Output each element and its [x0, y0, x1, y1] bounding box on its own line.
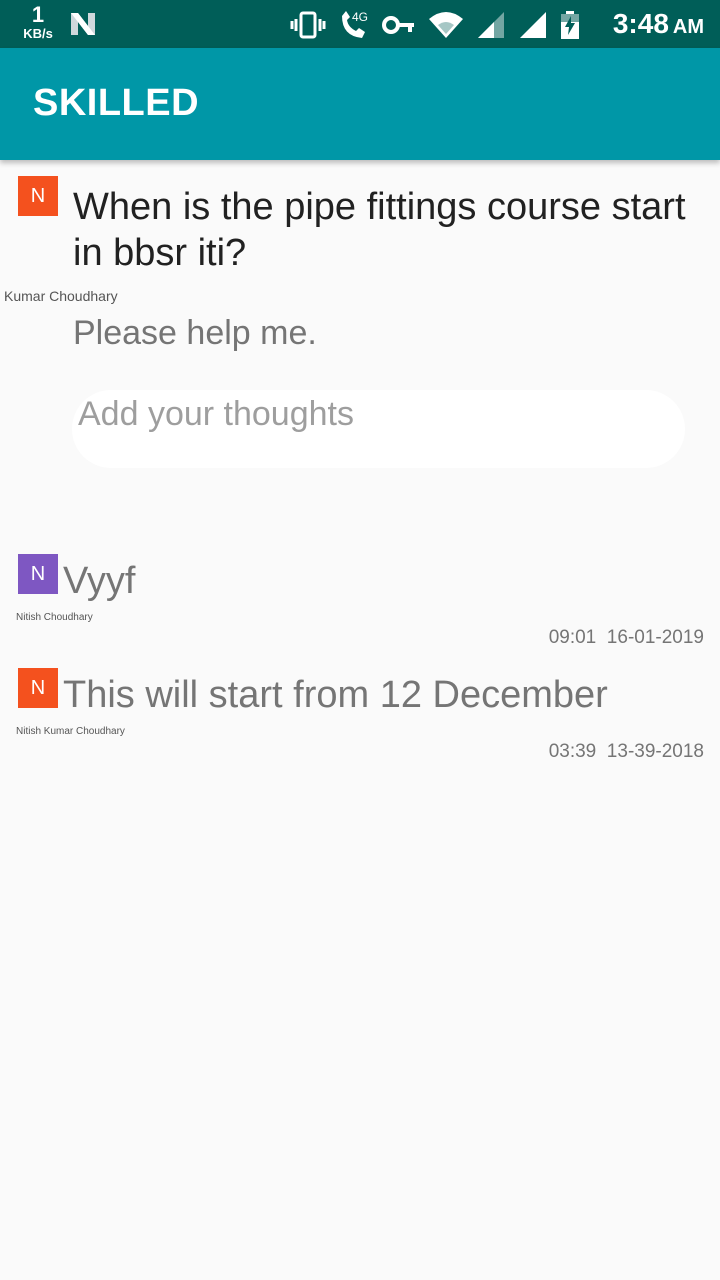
network-speed: 1 KB/s — [18, 2, 58, 41]
network-type-label: 4G — [352, 10, 368, 24]
answer-author: Nitish Kumar Choudhary — [16, 726, 125, 737]
clock-time: 3:48 — [612, 8, 669, 39]
question-avatar[interactable]: N — [18, 176, 58, 216]
answer-avatar-letter: N — [30, 562, 46, 585]
wifi-icon — [429, 12, 463, 38]
answer-avatar[interactable]: N — [18, 554, 58, 594]
n-notification-icon — [71, 13, 95, 35]
answer-timestamp: 09:01 16-01-2019 — [548, 627, 704, 648]
app-title: SKILLED — [33, 82, 200, 124]
signal-icon-2 — [520, 12, 546, 38]
answer-avatar[interactable]: N — [18, 668, 58, 708]
app-bar: SKILLED — [0, 48, 720, 160]
question-avatar-letter: N — [30, 184, 46, 207]
status-icons: 4G — [290, 10, 580, 40]
network-speed-unit: KB/s — [23, 26, 53, 41]
wifi-calling-icon: 4G — [342, 10, 368, 38]
answer-author: Nitish Choudhary — [16, 612, 93, 623]
answer-timestamp: 03:39 13-39-2018 — [548, 741, 704, 762]
vpn-key-icon — [382, 16, 414, 34]
answer-avatar-letter: N — [30, 676, 46, 699]
clock-ampm: AM — [672, 16, 704, 38]
signal-icon — [478, 12, 504, 38]
question-title-line-2: in bbsr iti? — [73, 232, 247, 274]
question-title: When is the pipe fittings course start i… — [73, 184, 720, 276]
network-speed-value: 1 — [31, 2, 45, 27]
answer-text: This will start from 12 December — [63, 674, 608, 716]
question-body: Please help me. — [73, 314, 317, 352]
clock: 3:48 AM — [613, 8, 704, 40]
question-author: Kumar Choudhary — [4, 288, 118, 304]
answer-text: Vyyf — [63, 560, 136, 602]
vibrate-icon — [290, 11, 326, 39]
add-thoughts-input[interactable] — [72, 390, 685, 468]
status-bar: 1 KB/s 4G 3:48 AM — [0, 0, 720, 48]
battery-charging-icon — [561, 11, 579, 39]
question-title-line-1: When is the pipe fittings course start — [73, 186, 686, 228]
